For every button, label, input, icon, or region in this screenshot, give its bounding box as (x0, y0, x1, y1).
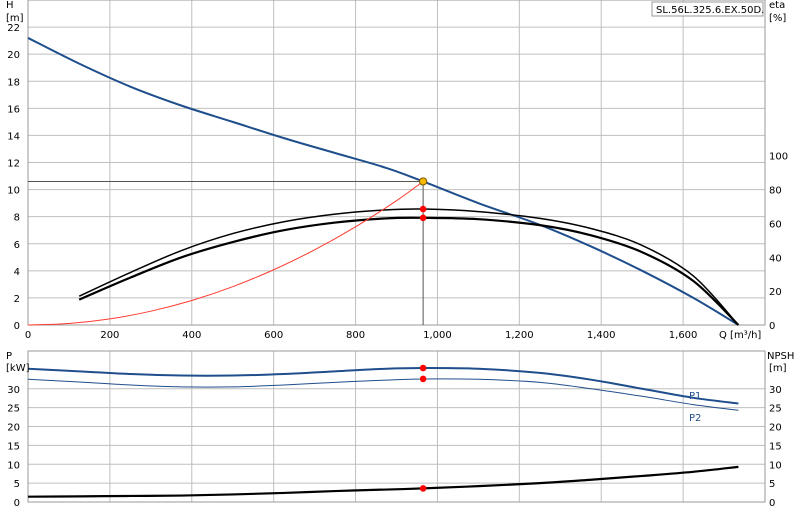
top-left-tick-label: 4 (14, 267, 20, 278)
top-left-tick-label: 0 (14, 321, 20, 332)
bottom-right-tick-label: 15 (769, 441, 782, 452)
top-right-tick-label: 100 (769, 152, 788, 163)
top-left-tick-label: 12 (7, 159, 20, 170)
top-left-tick-label: 20 (7, 50, 20, 61)
bottom-left-tick-label: 25 (7, 404, 20, 415)
bottom-right-tick-label: 30 (769, 385, 782, 396)
bottom-left-axis-name: P (6, 351, 12, 362)
x-tick-label: 1,600 (669, 330, 698, 341)
top-left-axis-name: H (6, 0, 14, 11)
marker-eta-total (419, 214, 427, 222)
bottom-right-axis-unit: [m] (769, 363, 787, 374)
top-right-tick-label: 40 (769, 253, 782, 264)
x-tick-label: 1,400 (587, 330, 616, 341)
top-left-tick-label: 22 (7, 23, 20, 34)
marker-npsh (419, 485, 427, 492)
curve-eta_pump (78, 208, 739, 326)
bottom-left-tick-label: 15 (7, 441, 20, 452)
curve-eta_total (78, 216, 740, 326)
bottom-left-axis-unit: [kW] (6, 363, 30, 374)
top-left-tick-label: 10 (7, 186, 20, 197)
top-right-tick-label: 20 (769, 287, 782, 298)
x-tick-label: 1,200 (505, 330, 534, 341)
bottom-right-tick-label: 25 (769, 404, 782, 415)
curve-P1 (27, 366, 739, 405)
top-left-tick-label: 16 (7, 104, 20, 115)
top-right-axis-name: eta (769, 0, 785, 11)
model-tag: SL.56L.325.6.EX.50D. (656, 5, 764, 16)
bottom-left-tick-label: 30 (7, 385, 20, 396)
bottom-right-tick-label: 20 (769, 423, 782, 434)
curve-P2 (27, 378, 739, 411)
series-label-p1: P1 (689, 391, 701, 402)
bottom-right-tick-label: 0 (769, 498, 775, 509)
top-right-tick-label: 60 (769, 219, 782, 230)
series-label-p2: P2 (689, 413, 701, 424)
x-tick-label: 800 (346, 330, 365, 341)
top-right-tick-label: 80 (769, 186, 782, 197)
top-left-tick-label: 8 (14, 213, 20, 224)
x-tick-label: 400 (182, 330, 201, 341)
x-tick-label: 600 (264, 330, 283, 341)
x-axis-title: Q [m³/h] (719, 330, 761, 341)
curve-system (27, 181, 424, 326)
top-right-tick-label: 0 (769, 321, 775, 332)
marker-eta-pump (419, 205, 427, 213)
marker-p2 (419, 375, 427, 383)
top-left-tick-label: 14 (7, 131, 20, 142)
bottom-left-tick-label: 0 (14, 498, 20, 509)
bottom-panel-series (27, 366, 739, 498)
top-panel-ticks: 0 200 400 600 800 1,000 1,200 1,400 1,6000246810… (7, 23, 788, 341)
top-left-tick-label: 6 (14, 240, 20, 251)
x-tick-label: 0 (25, 330, 31, 341)
x-tick-label: 200 (100, 330, 119, 341)
x-tick-label: 1,000 (423, 330, 452, 341)
bottom-left-tick-label: 5 (14, 479, 20, 490)
marker-duty-point (419, 177, 428, 186)
bottom-right-tick-label: 10 (769, 460, 782, 471)
bottom-left-tick-label: 20 (7, 423, 20, 434)
bottom-right-axis-name: NPSH (767, 351, 794, 362)
top-left-tick-label: 18 (7, 77, 20, 88)
pump-performance-chart: 0 200 400 600 800 1,000 1,200 1,400 1,6000246810… (6, 0, 794, 509)
curve-NPSH (27, 465, 739, 498)
bottom-left-tick-label: 10 (7, 460, 20, 471)
top-right-axis-unit: [%] (769, 13, 786, 24)
bottom-right-tick-label: 5 (769, 479, 775, 490)
top-left-tick-label: 2 (14, 294, 20, 305)
marker-p1 (419, 364, 427, 372)
top-left-axis-unit: [m] (6, 13, 24, 24)
